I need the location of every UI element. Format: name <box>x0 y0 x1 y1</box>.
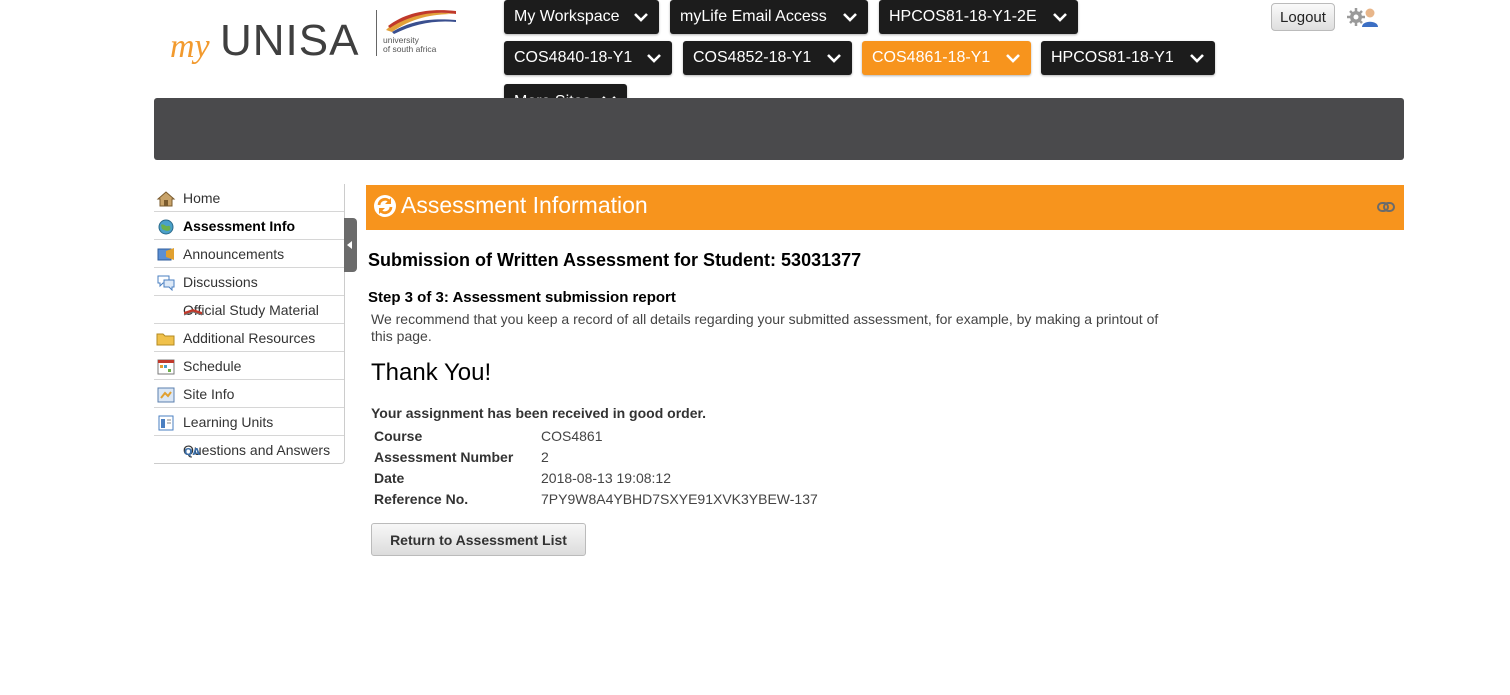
tool-item-announcements[interactable]: Announcements <box>154 240 344 268</box>
chevron-down-icon <box>1005 50 1021 66</box>
site-label: COS4852-18-Y1 <box>693 49 812 66</box>
tool-item-label: Announcements <box>183 246 285 262</box>
announcements-icon <box>156 246 176 263</box>
chevron-down-icon <box>1052 9 1068 25</box>
tool-item-label: Questions and Answers <box>183 442 331 458</box>
thank-you-message: Thank You! <box>371 359 492 386</box>
site-cos4861-current[interactable]: COS4861-18-Y1 <box>862 41 1031 75</box>
book-icon <box>156 302 203 319</box>
detail-label: Course <box>374 427 423 444</box>
logo-my: my <box>170 28 210 65</box>
detail-value: 7PY9W8A4YBHD7SXYE91XVK3YBEW-137 <box>541 490 818 507</box>
logo-unisa: UNISA <box>220 16 360 65</box>
tool-item-label: Home <box>183 190 221 206</box>
return-to-assessment-list-button[interactable]: Return to Assessment List <box>371 523 586 556</box>
tool-item-home[interactable]: Home <box>154 184 344 212</box>
site-mylife-email[interactable]: myLife Email Access <box>670 0 868 34</box>
tool-item-label: Site Info <box>183 386 235 402</box>
folder-icon <box>156 330 176 347</box>
submission-heading: Submission of Written Assessment for Stu… <box>368 250 862 270</box>
learning-units-icon <box>156 414 176 431</box>
chevron-down-icon <box>842 9 858 25</box>
site-label: COS4861-18-Y1 <box>872 49 991 66</box>
user-settings-icon[interactable] <box>1346 5 1380 29</box>
site-hpcos81[interactable]: HPCOS81-18-Y1 <box>1041 41 1215 75</box>
detail-row-assessment-number: Assessment Number 2 <box>374 446 818 467</box>
chevron-down-icon <box>1189 50 1205 66</box>
detail-value: 2018-08-13 19:08:12 <box>541 469 671 486</box>
step-heading: Step 3 of 3: Assessment submission repor… <box>368 289 676 306</box>
site-label: HPCOS81-18-Y1-2E <box>889 8 1037 25</box>
portlet-title: Assessment Information <box>401 192 648 218</box>
site-info-icon <box>156 386 176 403</box>
logo-university-text: university of south africa <box>383 35 437 54</box>
qa-icon: QA <box>156 442 201 459</box>
instruction-text: We recommend that you keep a record of a… <box>371 311 1159 344</box>
logout-button[interactable]: Logout <box>1271 3 1335 31</box>
logo-swoosh-icon <box>386 10 456 34</box>
tool-item-official-study-material[interactable]: Official Study Material <box>154 296 344 324</box>
unisa-logo[interactable]: my UNISA university of south africa <box>170 8 470 70</box>
tool-item-assessment-info[interactable]: Assessment Info <box>154 212 344 240</box>
detail-value: COS4861 <box>541 427 603 444</box>
tool-item-additional-resources[interactable]: Additional Resources <box>154 324 344 352</box>
tool-item-site-info[interactable]: Site Info <box>154 380 344 408</box>
tool-item-label: Assessment Info <box>183 218 296 234</box>
received-message: Your assignment has been received in goo… <box>371 405 707 421</box>
home-icon <box>156 190 176 207</box>
site-label: HPCOS81-18-Y1 <box>1051 49 1174 66</box>
detail-row-reference: Reference No. 7PY9W8A4YBHD7SXYE91XVK3YBE… <box>374 488 818 509</box>
submission-details: Course COS4861 Assessment Number 2 Date … <box>374 425 818 509</box>
calendar-icon <box>156 358 176 375</box>
detail-value: 2 <box>541 448 549 465</box>
svg-text:QA: QA <box>184 447 201 458</box>
tool-item-questions-answers[interactable]: QA Questions and Answers <box>154 436 344 463</box>
chevron-down-icon <box>826 50 842 66</box>
collapse-menu-handle[interactable] <box>344 218 357 272</box>
tool-item-label: Additional Resources <box>183 330 316 346</box>
logo-divider <box>376 10 377 56</box>
reset-icon[interactable] <box>373 194 397 218</box>
site-hpcos81-2e[interactable]: HPCOS81-18-Y1-2E <box>879 0 1078 34</box>
portlet-title-bar: Assessment Information <box>366 185 1404 230</box>
detail-label: Reference No. <box>374 490 469 507</box>
site-cos4852[interactable]: COS4852-18-Y1 <box>683 41 852 75</box>
discussions-icon <box>156 274 176 292</box>
chevron-down-icon <box>646 50 662 66</box>
link-icon[interactable] <box>1377 200 1395 214</box>
tool-menu: Home Assessment Info Announcements Discu… <box>154 184 345 464</box>
tool-item-label: Discussions <box>183 274 258 290</box>
site-label: My Workspace <box>514 8 620 25</box>
chevron-down-icon <box>633 9 649 25</box>
detail-label: Assessment Number <box>374 448 514 465</box>
tool-item-learning-units[interactable]: Learning Units <box>154 408 344 436</box>
tool-item-label: Official Study Material <box>183 302 319 318</box>
tool-item-discussions[interactable]: Discussions <box>154 268 344 296</box>
tool-item-schedule[interactable]: Schedule <box>154 352 344 380</box>
site-banner <box>154 98 1404 160</box>
detail-row-date: Date 2018-08-13 19:08:12 <box>374 467 818 488</box>
site-cos4840[interactable]: COS4840-18-Y1 <box>504 41 672 75</box>
site-label: myLife Email Access <box>680 8 827 25</box>
tool-item-label: Learning Units <box>183 414 274 430</box>
detail-row-course: Course COS4861 <box>374 425 818 446</box>
site-my-workspace[interactable]: My Workspace <box>504 0 659 34</box>
tool-item-label: Schedule <box>183 358 242 374</box>
detail-label: Date <box>374 469 405 486</box>
globe-icon <box>156 218 176 235</box>
site-label: COS4840-18-Y1 <box>514 49 633 66</box>
